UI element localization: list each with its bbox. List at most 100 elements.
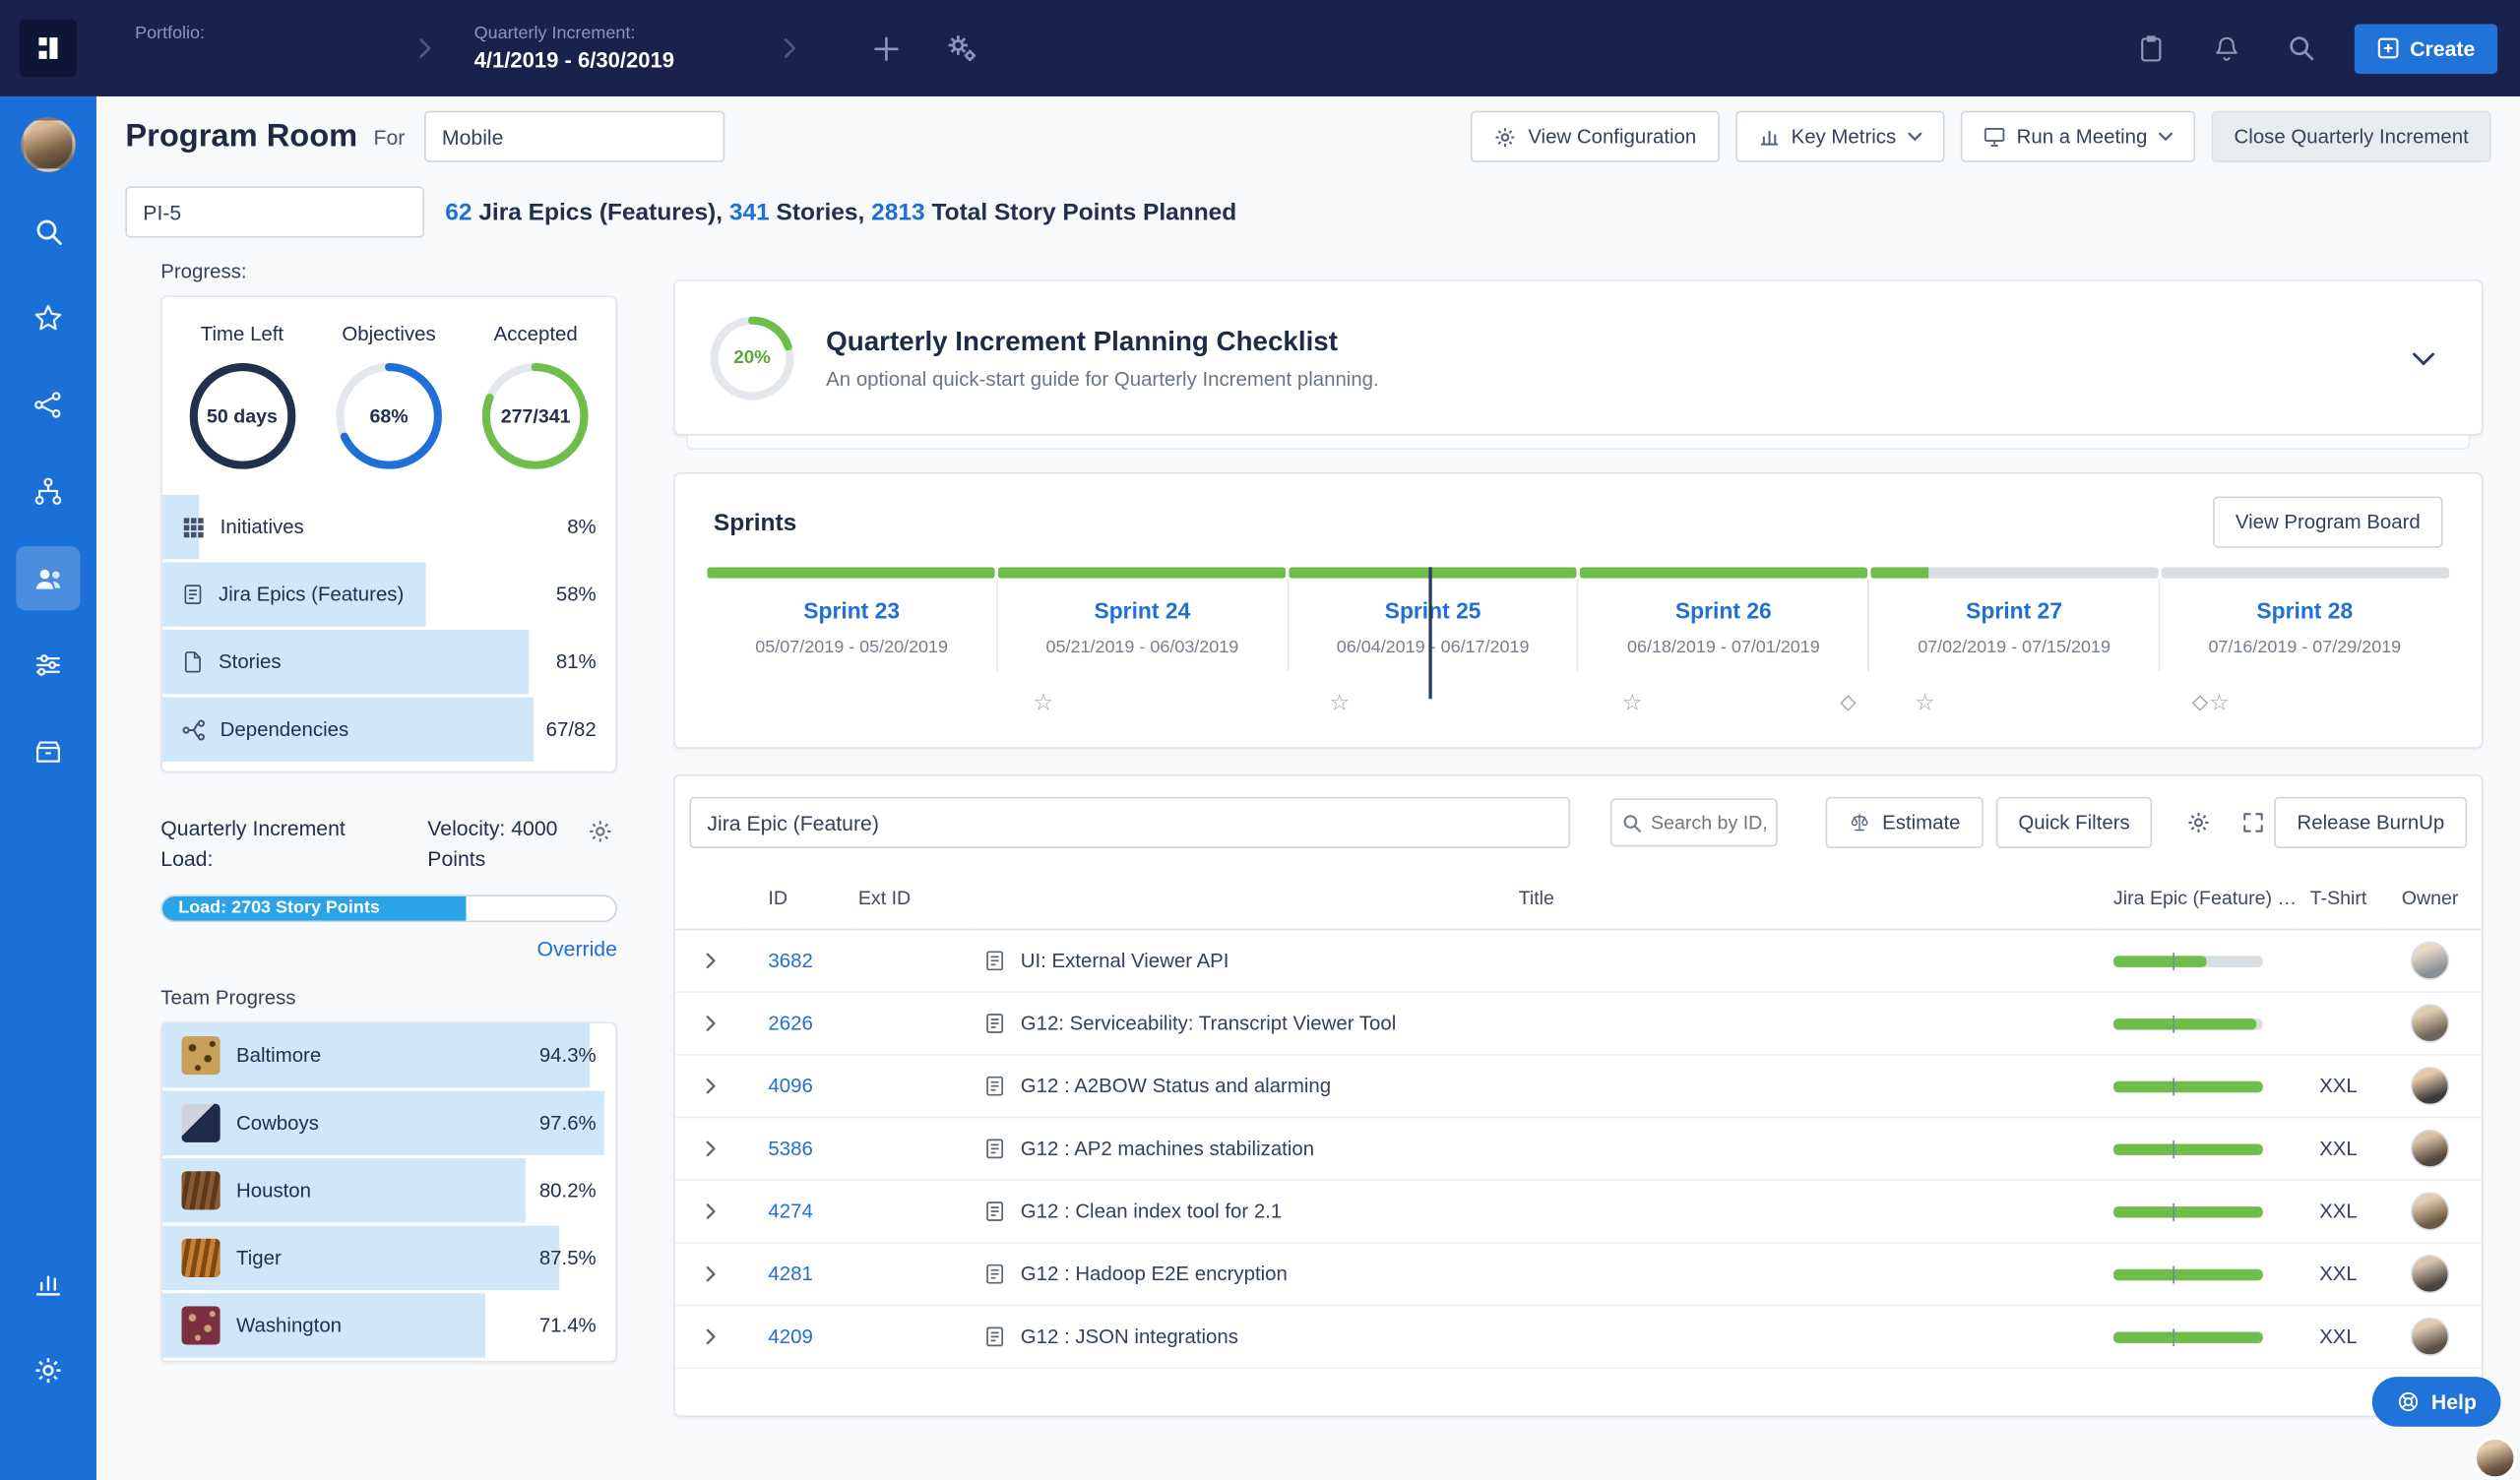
owner-avatar[interactable] [2410,1129,2450,1168]
owner-avatar[interactable] [2410,1004,2450,1043]
team-row-baltimore[interactable]: Baltimore 94.3% [161,1022,615,1087]
owner-avatar[interactable] [2410,1317,2450,1356]
sidebar-item-connections[interactable] [16,373,80,437]
clipboard-button[interactable] [2128,27,2172,70]
row-id-link[interactable]: 3682 [746,950,812,972]
row-id-link[interactable]: 4096 [746,1075,812,1097]
row-expander-icon[interactable] [675,1201,746,1223]
portfolio-selector[interactable]: Portfolio: [135,24,376,74]
key-metrics-button[interactable]: Key Metrics [1734,110,1945,162]
app-logo[interactable] [19,19,78,78]
sidebar-item-search[interactable] [16,199,80,263]
row-id-link[interactable]: 5386 [746,1138,812,1160]
table-settings-button[interactable] [2178,802,2220,843]
milestone-diamond-icon[interactable]: ◇ [2192,689,2208,714]
view-configuration-button[interactable]: View Configuration [1470,110,1720,162]
increment-settings-button[interactable] [937,24,985,72]
sidebar-item-admin[interactable] [16,1337,80,1401]
row-expander-icon[interactable] [675,1075,746,1097]
title-column-header[interactable]: Title [974,867,2100,931]
table-search-box[interactable] [1610,798,1779,847]
sprint-link[interactable]: Sprint 27 [1966,597,2062,623]
row-expander-icon[interactable] [675,1326,746,1348]
run-a-meeting-button[interactable]: Run a Meeting [1960,110,2196,162]
row-expander-icon[interactable] [675,1138,746,1160]
tshirt-column-header[interactable]: T-Shirt [2298,867,2379,931]
row-id-link[interactable]: 2626 [746,1013,812,1035]
close-quarterly-increment-button[interactable]: Close Quarterly Increment [2211,110,2491,162]
sidebar-item-archive[interactable] [16,719,80,783]
row-expander-icon[interactable] [675,1263,746,1285]
owner-avatar[interactable] [2410,1255,2450,1294]
help-button[interactable]: Help [2371,1376,2501,1426]
pi-selector[interactable] [125,186,425,238]
user-avatar[interactable] [21,117,76,172]
sprint-strip-segment [2161,567,2450,579]
sprint-strip-segment [1289,567,1577,579]
sprint-link[interactable]: Sprint 23 [803,597,900,623]
team-row-cowboys[interactable]: Cowboys 97.6% [161,1090,615,1155]
release-burnup-button[interactable]: Release BurnUp [2274,796,2468,849]
sidebar-item-favorites[interactable] [16,286,80,350]
owner-avatar[interactable] [2410,1192,2450,1231]
program-selector[interactable] [423,110,725,162]
sprint-link[interactable]: Sprint 24 [1094,597,1190,623]
owner-column-header[interactable]: Owner [2378,867,2482,931]
checklist-expand-button[interactable] [2401,335,2446,380]
row-id-link[interactable]: 4274 [746,1201,812,1223]
planning-checklist-card[interactable]: 20% Quarterly Increment Planning Checkli… [673,279,2484,436]
quarterly-increment-selector[interactable]: Quarterly Increment: 4/1/2019 - 6/30/201… [474,24,741,74]
progress-column-header[interactable]: Jira Epic (Feature) P... [2099,867,2299,931]
global-search-button[interactable] [2280,28,2321,69]
notifications-button[interactable] [2204,27,2247,70]
team-row-washington[interactable]: Washington 71.4% [161,1292,615,1358]
progress-row-dependencies[interactable]: Dependencies 67/82 [161,697,615,762]
progress-row-jira-epics-features[interactable]: Jira Epics (Features) 58% [161,562,615,627]
milestone-star-icon[interactable]: ☆ [1330,689,1351,714]
sprint-link[interactable]: Sprint 25 [1385,597,1481,623]
id-column-header[interactable]: ID [745,867,858,931]
milestone-star-icon[interactable]: ☆ [2209,689,2230,714]
owner-avatar[interactable] [2410,1067,2450,1106]
milestone-diamond-icon[interactable]: ◇ [1840,689,1856,714]
owner-avatar[interactable] [2410,941,2450,980]
quick-filters-button[interactable]: Quick Filters [1995,796,2153,849]
sprint-strip-segment [1870,567,2159,579]
add-increment-button[interactable] [864,27,908,70]
milestone-star-icon[interactable]: ☆ [1034,689,1054,714]
sidebar-item-settings-sliders[interactable] [16,633,80,697]
override-link[interactable]: Override [160,936,617,959]
sidebar-item-reports[interactable] [16,1251,80,1315]
team-row-tiger[interactable]: Tiger 87.5% [161,1225,615,1290]
sprint-dates: 05/21/2019 - 06/03/2019 [1045,638,1239,657]
row-id-link[interactable]: 4281 [746,1263,812,1285]
row-id-link[interactable]: 4209 [746,1326,812,1348]
epic-progress-bar [2112,1015,2263,1032]
sprint-link[interactable]: Sprint 26 [1675,597,1772,623]
load-settings-button[interactable] [584,815,617,848]
milestone-star-icon[interactable]: ☆ [1622,689,1643,714]
sidebar-item-hierarchy[interactable] [16,460,80,524]
epics-count: 62 [445,198,472,226]
progress-row-initiatives[interactable]: Initiatives 8% [161,494,615,560]
row-expander-icon[interactable] [675,1013,746,1035]
expand-table-button[interactable] [2233,802,2274,843]
metrics-chart-icon [1757,125,1780,148]
milestone-star-icon[interactable]: ☆ [1915,689,1935,714]
item-type-filter[interactable] [689,796,1571,849]
estimate-button[interactable]: Estimate [1825,796,1984,849]
sprint-timeline: Sprint 23 05/07/2019 - 05/20/2019 Sprint… [707,567,2450,721]
sprint-link[interactable]: Sprint 28 [2256,597,2353,623]
floating-avatar[interactable] [2473,1435,2517,1479]
team-row-houston[interactable]: Houston 80.2% [161,1157,615,1222]
row-ext-id [857,1180,975,1244]
team-name: Tiger [235,1246,282,1269]
table-search-input[interactable] [1651,811,1767,834]
row-expander-icon[interactable] [675,950,746,972]
sidebar-item-rooms[interactable] [16,546,81,611]
view-program-board-button[interactable]: View Program Board [2212,496,2443,548]
dependency-icon [181,717,205,741]
ext-id-column-header[interactable]: Ext ID [857,867,975,931]
create-button[interactable]: Create [2354,23,2498,74]
progress-row-stories[interactable]: Stories 81% [161,629,615,695]
